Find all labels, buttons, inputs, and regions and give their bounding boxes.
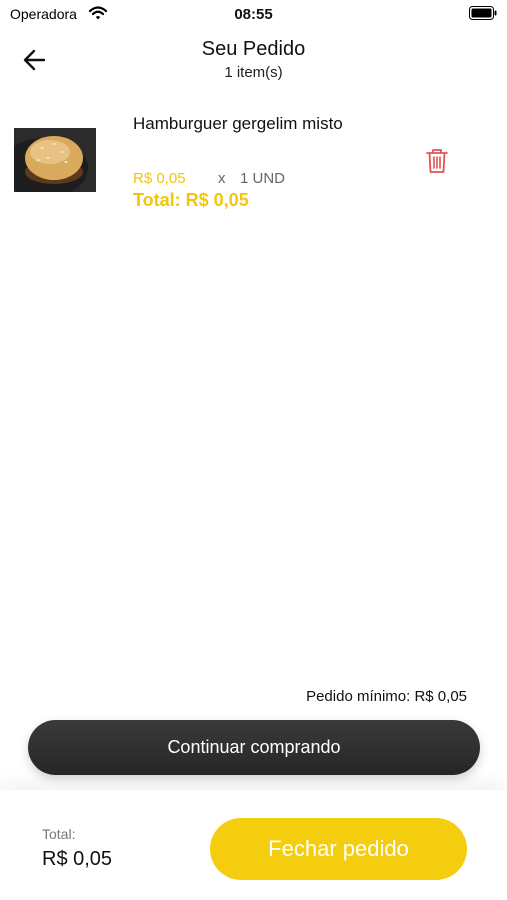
cart-item: Hamburguer gergelim misto R$ 0,05 x 1 UN… bbox=[0, 108, 507, 218]
item-total: Total: R$ 0,05 bbox=[133, 190, 249, 210]
page-title: Seu Pedido bbox=[201, 38, 306, 60]
battery-icon bbox=[469, 6, 497, 25]
total-value: R$ 0,05 bbox=[42, 848, 113, 870]
trash-icon bbox=[426, 149, 448, 173]
product-image bbox=[14, 128, 96, 192]
status-time: 08:55 bbox=[234, 6, 273, 23]
footer-bar: Total: R$ 0,05 Fechar pedido bbox=[0, 790, 507, 900]
minimum-order-text: Pedido mínimo: R$ 0,05 bbox=[306, 688, 467, 705]
delete-item-button[interactable] bbox=[423, 146, 451, 176]
continue-shopping-button[interactable]: Continuar comprando bbox=[28, 720, 480, 775]
checkout-button[interactable]: Fechar pedido bbox=[210, 818, 467, 880]
multiply-sign: x bbox=[218, 170, 226, 187]
unit-price: R$ 0,05 bbox=[133, 170, 186, 187]
quantity: 1 UND bbox=[240, 170, 286, 187]
item-count: 1 item(s) bbox=[224, 64, 283, 81]
status-bar: Operadora 08:55 bbox=[0, 0, 507, 30]
header: Seu Pedido 1 item(s) bbox=[0, 36, 507, 88]
total-label: Total: bbox=[42, 826, 76, 842]
product-name: Hamburguer gergelim misto bbox=[133, 114, 343, 133]
